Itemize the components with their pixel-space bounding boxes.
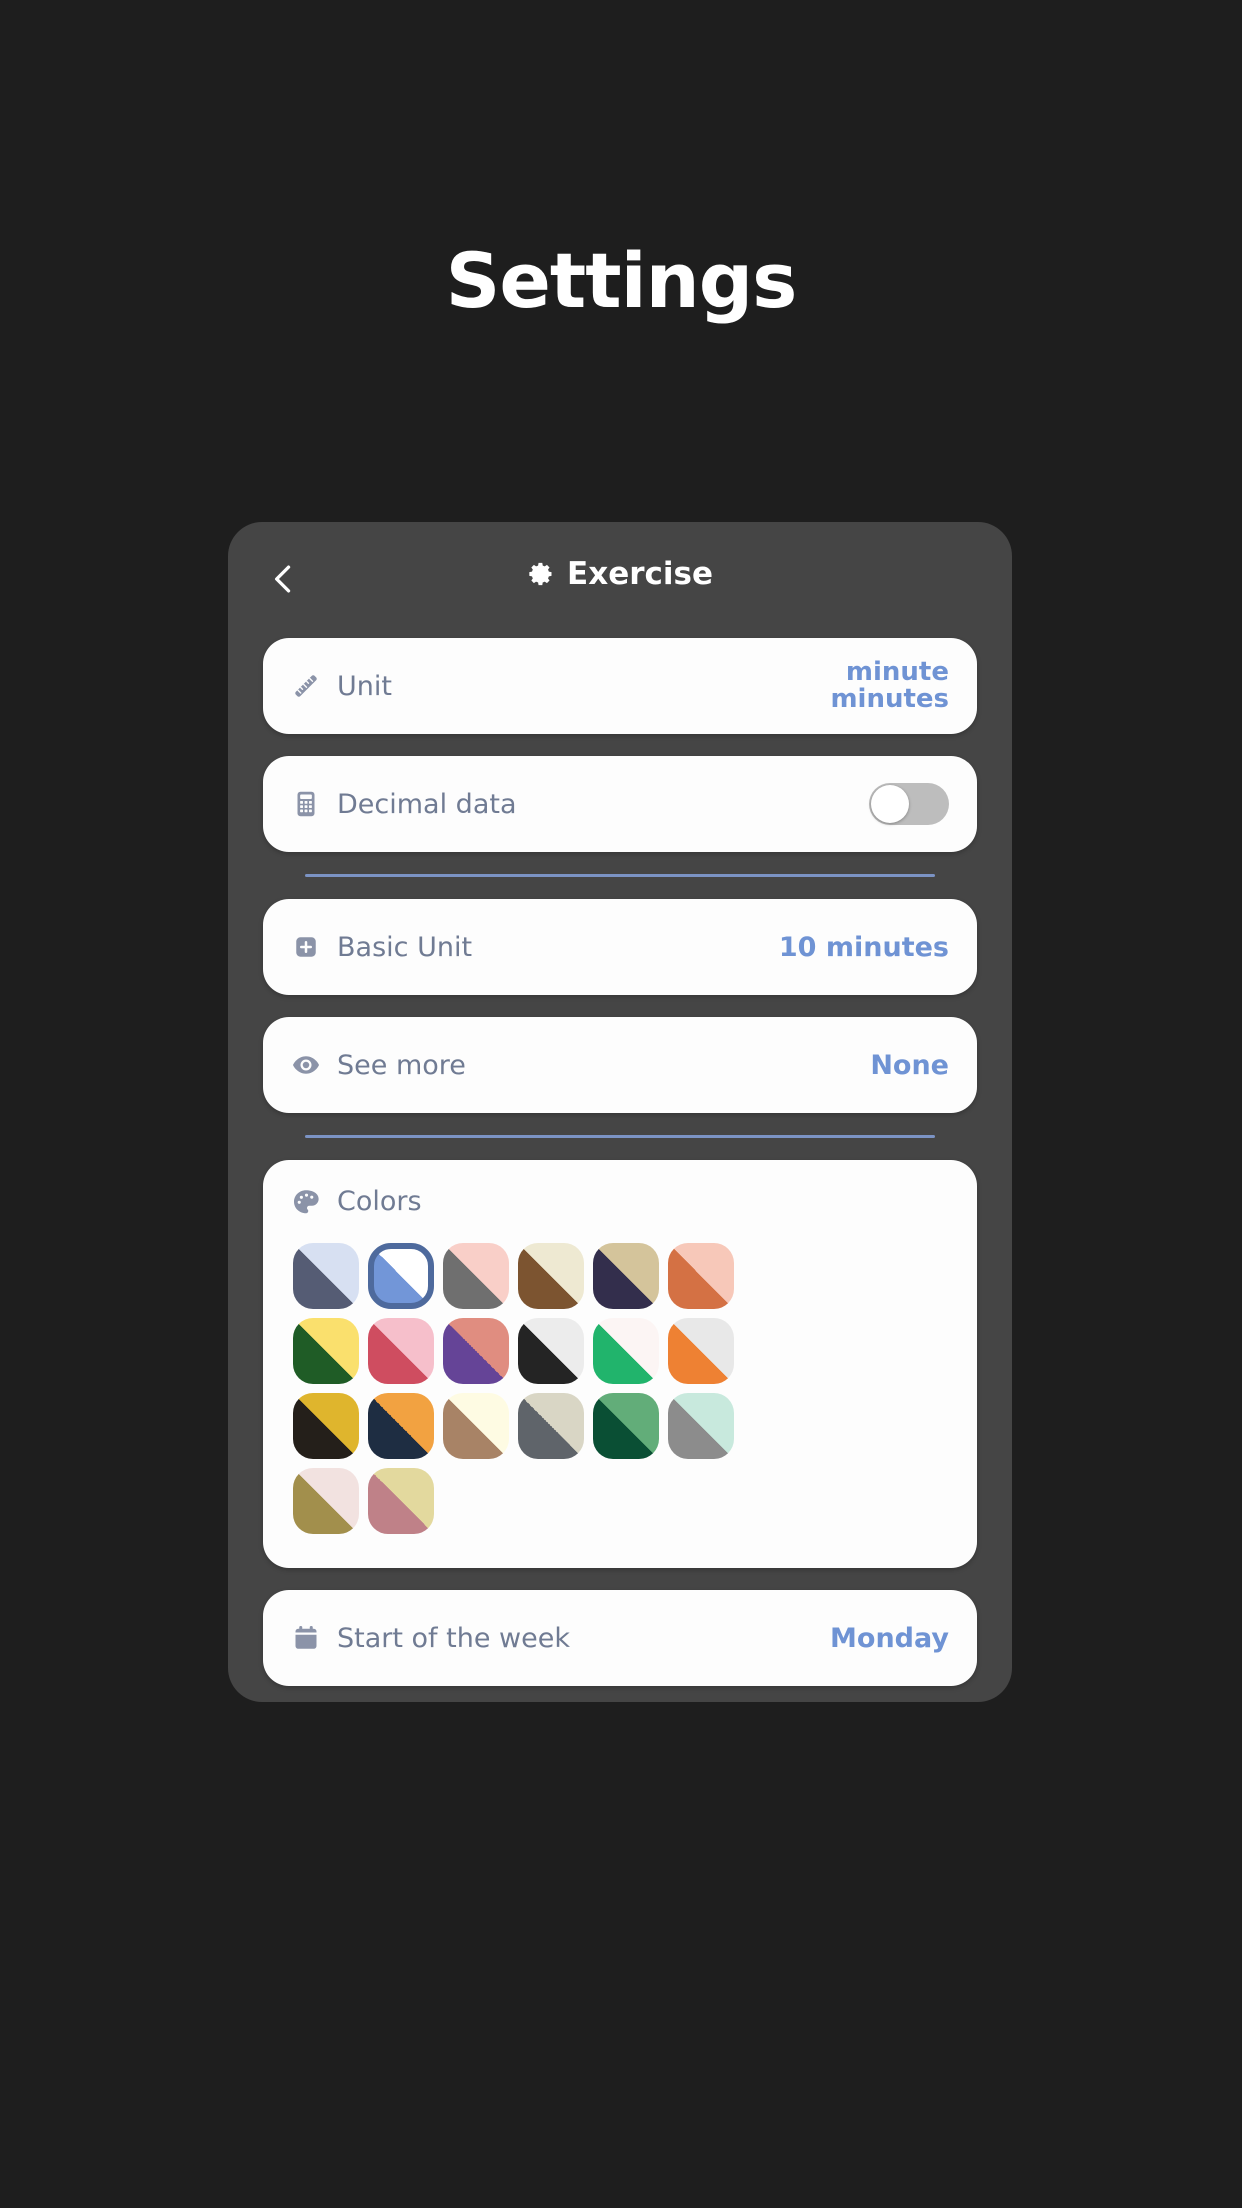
phone-preview-card: Exercise Unit minute minutes Decimal dat… bbox=[228, 522, 1012, 1702]
color-swatch[interactable] bbox=[368, 1318, 434, 1384]
row-value-unit: minute minutes bbox=[830, 656, 949, 714]
colors-card: Colors bbox=[263, 1160, 977, 1568]
row-value-unit-singular: minute bbox=[845, 656, 949, 687]
page-title: Settings bbox=[445, 236, 798, 325]
color-swatch[interactable] bbox=[368, 1393, 434, 1459]
color-swatch[interactable] bbox=[443, 1393, 509, 1459]
row-value-start-of-week: Monday bbox=[830, 1622, 949, 1654]
ruler-icon bbox=[291, 671, 321, 701]
color-swatch[interactable] bbox=[293, 1243, 359, 1309]
color-swatch[interactable] bbox=[293, 1318, 359, 1384]
setting-row-unit[interactable]: Unit minute minutes bbox=[263, 638, 977, 734]
section-divider-1 bbox=[305, 874, 935, 877]
color-swatch[interactable] bbox=[668, 1393, 734, 1459]
color-swatch[interactable] bbox=[443, 1243, 509, 1309]
color-swatch[interactable] bbox=[518, 1318, 584, 1384]
colors-header: Colors bbox=[291, 1186, 949, 1217]
color-swatch[interactable] bbox=[518, 1243, 584, 1309]
color-swatch[interactable] bbox=[368, 1243, 434, 1309]
settings-content: Unit minute minutes Decimal data Basic U… bbox=[228, 638, 1012, 1686]
eye-icon bbox=[291, 1050, 321, 1080]
gear-icon bbox=[527, 560, 555, 588]
setting-row-decimal-data[interactable]: Decimal data bbox=[263, 756, 977, 852]
palette-icon bbox=[291, 1187, 321, 1217]
row-label-unit: Unit bbox=[337, 670, 392, 702]
toggle-knob bbox=[871, 785, 909, 823]
decimal-data-toggle[interactable] bbox=[869, 783, 949, 825]
calendar-icon bbox=[291, 1623, 321, 1653]
color-swatch[interactable] bbox=[593, 1318, 659, 1384]
color-swatch[interactable] bbox=[518, 1393, 584, 1459]
setting-row-see-more[interactable]: See more None bbox=[263, 1017, 977, 1113]
colors-label: Colors bbox=[337, 1186, 422, 1217]
row-left: Start of the week bbox=[291, 1623, 830, 1654]
row-label-decimal-data: Decimal data bbox=[337, 788, 517, 820]
color-swatch[interactable] bbox=[668, 1243, 734, 1309]
row-value-see-more: None bbox=[870, 1049, 949, 1081]
row-left: See more bbox=[291, 1050, 870, 1081]
setting-row-basic-unit[interactable]: Basic Unit 10 minutes bbox=[263, 899, 977, 995]
row-left: Decimal data bbox=[291, 789, 869, 820]
color-swatch[interactable] bbox=[593, 1243, 659, 1309]
calculator-icon bbox=[291, 789, 321, 819]
app-header-title-text: Exercise bbox=[567, 556, 713, 592]
color-swatch[interactable] bbox=[293, 1468, 359, 1534]
row-label-see-more: See more bbox=[337, 1049, 466, 1081]
row-value-basic-unit: 10 minutes bbox=[778, 931, 949, 963]
color-swatch[interactable] bbox=[593, 1393, 659, 1459]
plus-square-icon bbox=[291, 932, 321, 962]
app-header-title: Exercise bbox=[228, 556, 1012, 592]
row-value-unit-plural: minutes bbox=[830, 684, 949, 714]
color-swatch[interactable] bbox=[668, 1318, 734, 1384]
color-swatch[interactable] bbox=[443, 1318, 509, 1384]
row-label-basic-unit: Basic Unit bbox=[337, 931, 473, 963]
app-header: Exercise bbox=[228, 522, 1012, 638]
color-swatch-grid bbox=[291, 1243, 949, 1534]
setting-row-start-of-week[interactable]: Start of the week Monday bbox=[263, 1590, 977, 1686]
row-left: Basic Unit bbox=[291, 932, 779, 963]
color-swatch[interactable] bbox=[368, 1468, 434, 1534]
section-divider-2 bbox=[305, 1135, 935, 1138]
row-left: Unit bbox=[291, 671, 830, 702]
color-swatch[interactable] bbox=[293, 1393, 359, 1459]
row-label-start-of-week: Start of the week bbox=[337, 1622, 570, 1654]
